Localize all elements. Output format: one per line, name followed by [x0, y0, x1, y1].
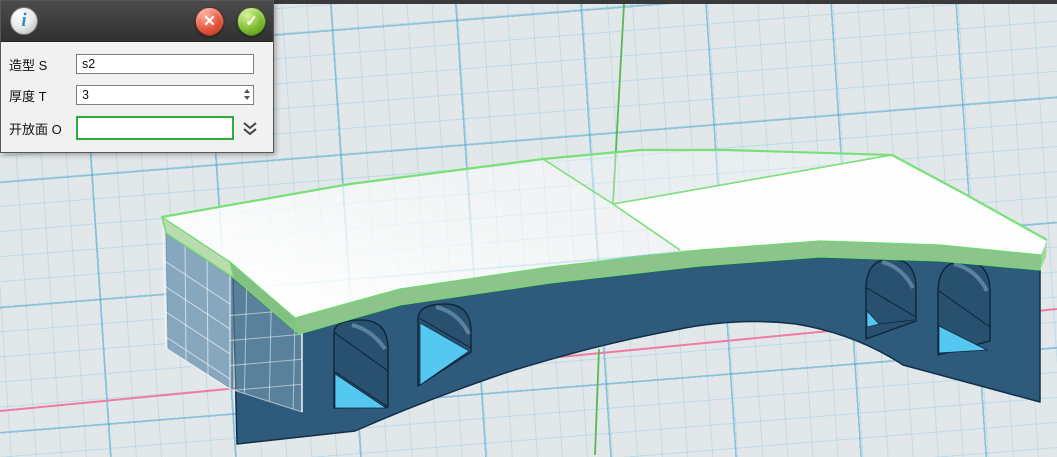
dialog-title-bar: i ✕ ✓ [1, 1, 273, 42]
shape-row: 造型 S s2 [9, 54, 265, 74]
arch-window-4[interactable] [938, 261, 990, 355]
spin-up-icon[interactable] [244, 89, 250, 93]
arch-window-1[interactable] [334, 320, 388, 408]
spin-down-icon[interactable] [244, 96, 250, 100]
dialog-body: 造型 S s2 厚度 T 3 开放面 O [1, 42, 273, 152]
open-face-label: 开放面 O [9, 119, 76, 138]
thickness-input[interactable]: 3 [76, 85, 254, 105]
expand-chevron-icon[interactable] [242, 121, 258, 136]
shell-options-dialog: i ✕ ✓ 造型 S s2 厚度 T 3 [0, 0, 274, 153]
thickness-value: 3 [82, 88, 89, 102]
bridge-model[interactable] [160, 150, 1047, 444]
thickness-label: 厚度 T [9, 86, 76, 105]
info-icon[interactable]: i [10, 7, 38, 35]
shape-input[interactable]: s2 [76, 54, 254, 74]
cancel-button[interactable]: ✕ [195, 7, 224, 36]
viewport-3d[interactable]: i ✕ ✓ 造型 S s2 厚度 T 3 [0, 0, 1057, 457]
confirm-button[interactable]: ✓ [237, 7, 266, 36]
shape-label: 造型 S [9, 55, 76, 74]
open-face-input[interactable] [76, 116, 234, 140]
open-face-row: 开放面 O [9, 116, 265, 140]
shape-value: s2 [82, 57, 95, 71]
thickness-row: 厚度 T 3 [9, 85, 265, 105]
thickness-spinner[interactable] [244, 89, 250, 100]
